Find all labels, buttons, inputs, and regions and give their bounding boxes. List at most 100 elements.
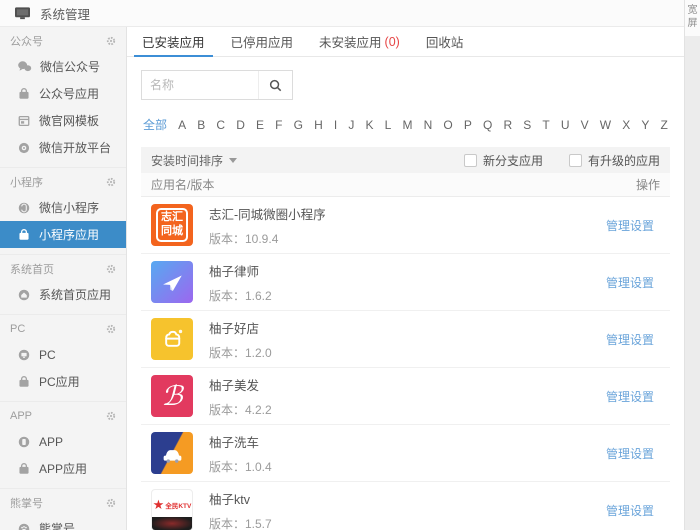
- sidebar-item[interactable]: 公众号应用: [0, 80, 126, 107]
- app-icon-car: [151, 432, 193, 474]
- alpha-letter[interactable]: W: [600, 118, 611, 132]
- gear-icon[interactable]: [106, 324, 116, 334]
- alpha-letter[interactable]: E: [256, 118, 264, 132]
- app-icon-ktv-image: [152, 517, 192, 530]
- gear-icon[interactable]: [106, 264, 116, 274]
- checkbox-box[interactable]: [464, 154, 477, 167]
- tab[interactable]: 回收站: [413, 27, 477, 56]
- app-name: 柚子律师: [209, 261, 606, 280]
- sidebar-item-label: 小程序应用: [39, 226, 99, 243]
- manage-settings-link[interactable]: 管理设置: [606, 274, 654, 291]
- search-input[interactable]: [142, 71, 258, 99]
- alpha-letter[interactable]: A: [178, 118, 186, 132]
- alpha-all[interactable]: 全部: [143, 116, 167, 133]
- app-icon-text-line: 同城: [161, 225, 183, 239]
- table-row: 志汇同城志汇-同城微圈小程序版本：10.9.4管理设置: [141, 197, 670, 254]
- sidebar-item[interactable]: 熊掌号: [0, 515, 126, 530]
- sidebar-section: 系统首页系统首页应用: [0, 254, 126, 314]
- alpha-letter[interactable]: J: [348, 118, 354, 132]
- sidebar-item-label: APP应用: [39, 460, 87, 477]
- alpha-letter[interactable]: G: [294, 118, 303, 132]
- manage-settings-link[interactable]: 管理设置: [606, 388, 654, 405]
- table-row: ★全民KTV柚子ktv版本：1.5.7管理设置: [141, 482, 670, 530]
- tab[interactable]: 已安装应用: [129, 27, 218, 56]
- left-column: 系统管理 公众号微信公众号公众号应用微官网模板微信开放平台小程序微信小程序小程序…: [0, 0, 684, 530]
- sort-label: 安装时间排序: [151, 152, 223, 169]
- paw-icon: [17, 522, 31, 530]
- sidebar-item[interactable]: 微信公众号: [0, 53, 126, 80]
- gear-icon[interactable]: [106, 411, 116, 421]
- search-button[interactable]: [258, 71, 292, 99]
- alpha-letter[interactable]: V: [581, 118, 589, 132]
- alpha-letter[interactable]: K: [365, 118, 373, 132]
- alpha-letter[interactable]: M: [402, 118, 412, 132]
- checkbox-box[interactable]: [569, 154, 582, 167]
- alpha-letter[interactable]: H: [314, 118, 323, 132]
- sidebar-item[interactable]: APP: [0, 428, 126, 455]
- tab-count: (0): [385, 35, 400, 49]
- gear-icon[interactable]: [106, 36, 116, 46]
- app-box-icon: [17, 375, 31, 389]
- alpha-letter[interactable]: F: [275, 118, 282, 132]
- body: 公众号微信公众号公众号应用微官网模板微信开放平台小程序微信小程序小程序应用系统首…: [0, 27, 684, 530]
- manage-settings-link[interactable]: 管理设置: [606, 445, 654, 462]
- column-app-name: 应用名/版本: [151, 176, 214, 193]
- sidebar-section-label: 系统首页: [10, 261, 54, 277]
- tab[interactable]: 未安装应用(0): [306, 27, 413, 56]
- sidebar-item[interactable]: 微官网模板: [0, 107, 126, 134]
- app-icon-glyph: ℬ: [161, 381, 182, 412]
- column-actions: 操作: [636, 176, 660, 193]
- sidebar-item[interactable]: 小程序应用: [0, 221, 126, 248]
- alpha-letter[interactable]: I: [334, 118, 337, 132]
- filter-checkbox[interactable]: 有升级的应用: [569, 152, 660, 169]
- alpha-letter[interactable]: O: [443, 118, 452, 132]
- sidebar-section: PC PC PC应用: [0, 314, 126, 401]
- alpha-letter[interactable]: R: [503, 118, 512, 132]
- sidebar-section-header: APP: [0, 404, 126, 428]
- alpha-letter[interactable]: L: [385, 118, 392, 132]
- right-scroll-strip[interactable]: 宽屏: [684, 0, 700, 530]
- sort-dropdown[interactable]: 安装时间排序: [151, 152, 237, 169]
- alpha-letter[interactable]: S: [523, 118, 531, 132]
- table-header: 应用名/版本 操作: [141, 173, 670, 197]
- gear-icon[interactable]: [106, 177, 116, 187]
- gear-icon[interactable]: [106, 498, 116, 508]
- manage-settings-link[interactable]: 管理设置: [606, 217, 654, 234]
- alpha-letter[interactable]: P: [464, 118, 472, 132]
- app-box-icon: [17, 87, 31, 101]
- manage-settings-link[interactable]: 管理设置: [606, 502, 654, 519]
- alpha-letter[interactable]: T: [542, 118, 549, 132]
- sidebar-item-label: PC: [39, 348, 56, 362]
- alpha-letter[interactable]: Q: [483, 118, 492, 132]
- sidebar-section: 公众号微信公众号公众号应用微官网模板微信开放平台: [0, 27, 126, 167]
- alpha-letter[interactable]: Z: [661, 118, 668, 132]
- sidebar-item[interactable]: PC: [0, 341, 126, 368]
- app-icon-text: 志汇同城: [156, 208, 188, 242]
- app-version: 版本：4.2.2: [209, 401, 606, 418]
- alpha-letter[interactable]: B: [197, 118, 205, 132]
- sidebar-section-header: PC: [0, 317, 126, 341]
- app-icon-ktv-label: 全民KTV: [165, 500, 191, 510]
- sidebar-item[interactable]: 微信小程序: [0, 194, 126, 221]
- app-version: 版本：1.5.7: [209, 515, 606, 530]
- table-row: 柚子律师版本：1.6.2管理设置: [141, 254, 670, 311]
- manage-settings-link[interactable]: 管理设置: [606, 331, 654, 348]
- alpha-letter[interactable]: N: [424, 118, 433, 132]
- tab[interactable]: 已停用应用: [218, 27, 307, 56]
- alpha-letter[interactable]: C: [216, 118, 225, 132]
- sidebar: 公众号微信公众号公众号应用微官网模板微信开放平台小程序微信小程序小程序应用系统首…: [0, 27, 127, 530]
- widescreen-toggle-button[interactable]: 宽屏: [685, 0, 700, 36]
- sidebar-item[interactable]: PC应用: [0, 368, 126, 395]
- alpha-letter[interactable]: X: [622, 118, 630, 132]
- app-icon-text-line: 志汇: [161, 211, 183, 225]
- filter-checkbox[interactable]: 新分支应用: [464, 152, 543, 169]
- alpha-letter[interactable]: U: [561, 118, 570, 132]
- template-icon: [17, 114, 31, 128]
- sidebar-item[interactable]: 微信开放平台: [0, 134, 126, 161]
- sidebar-item[interactable]: APP应用: [0, 455, 126, 482]
- app-icon-ktv: ★全民KTV: [151, 489, 193, 530]
- sidebar-item[interactable]: 系统首页应用: [0, 281, 126, 308]
- alpha-letter[interactable]: D: [236, 118, 245, 132]
- tab-label: 已停用应用: [231, 32, 294, 51]
- alpha-letter[interactable]: Y: [641, 118, 649, 132]
